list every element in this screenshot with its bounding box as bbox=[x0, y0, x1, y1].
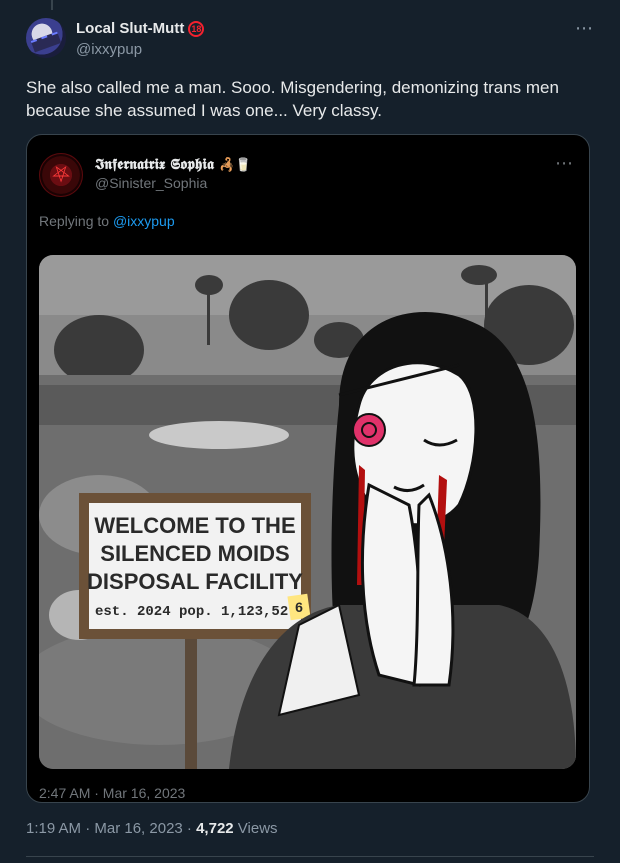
views-count: 4,722 bbox=[196, 820, 234, 837]
quoted-handle[interactable]: @Sinister_Sophia bbox=[95, 175, 207, 191]
replying-prefix: Replying to bbox=[39, 213, 113, 229]
user-avatar[interactable] bbox=[26, 18, 66, 58]
quoted-name-text: 𝕴𝖓𝖋𝖊𝖗𝖓𝖆𝖙𝖗𝖎𝖝 𝕾𝖔𝖕𝖍𝖎𝖆 bbox=[95, 155, 214, 173]
sign-line-1: WELCOME TO THE bbox=[94, 513, 295, 538]
tweet-meta: 1:19 AM · Mar 16, 2023 · 4,722 Views bbox=[26, 820, 278, 837]
author-handle[interactable]: @ixxypup bbox=[76, 41, 142, 58]
author-row: Local Slut-Mutt 18 bbox=[76, 20, 205, 37]
sign-line-4: est. 2024 pop. 1,123,52 bbox=[95, 604, 288, 620]
views-label: Views bbox=[233, 820, 278, 837]
quoted-more-options-icon[interactable]: ⋯ bbox=[555, 153, 573, 174]
more-options-icon[interactable]: ⋯ bbox=[575, 18, 594, 39]
pentagram-icon: ⛧ bbox=[52, 162, 70, 187]
divider bbox=[26, 856, 594, 857]
quoted-name-emoji: 🦂🥛 bbox=[219, 158, 252, 173]
age-18-icon: 18 bbox=[188, 20, 205, 37]
replying-to: Replying to @ixxypup bbox=[39, 213, 175, 229]
author-display-name[interactable]: Local Slut-Mutt bbox=[76, 20, 184, 37]
quoted-media-image[interactable]: WELCOME TO THE SILENCED MOIDS DISPOSAL F… bbox=[39, 255, 576, 769]
sign-line-3: DISPOSAL FACILITY bbox=[87, 569, 303, 594]
meme-illustration: WELCOME TO THE SILENCED MOIDS DISPOSAL F… bbox=[39, 255, 576, 769]
sign-line-2: SILENCED MOIDS bbox=[100, 541, 289, 566]
quoted-avatar[interactable]: ⛧ bbox=[39, 153, 83, 197]
quoted-display-name[interactable]: 𝕴𝖓𝖋𝖊𝖗𝖓𝖆𝖙𝖗𝖎𝖝 𝕾𝖔𝖕𝖍𝖎𝖆 🦂🥛 bbox=[95, 155, 252, 173]
tweet-text: She also called me a man. Sooo. Misgende… bbox=[26, 78, 559, 120]
quoted-tweet[interactable]: ⛧ 𝕴𝖓𝖋𝖊𝖗𝖓𝖆𝖙𝖗𝖎𝖝 𝕾𝖔𝖕𝖍𝖎𝖆 🦂🥛 @Sinister_Sophia… bbox=[26, 134, 590, 803]
replying-mention-link[interactable]: @ixxypup bbox=[113, 213, 175, 229]
thread-connector bbox=[51, 0, 53, 10]
quoted-timestamp[interactable]: 2:47 AM · Mar 16, 2023 bbox=[39, 785, 185, 801]
tweet-timestamp[interactable]: 1:19 AM · Mar 16, 2023 · bbox=[26, 820, 196, 837]
sign-note: 6 bbox=[295, 599, 303, 615]
